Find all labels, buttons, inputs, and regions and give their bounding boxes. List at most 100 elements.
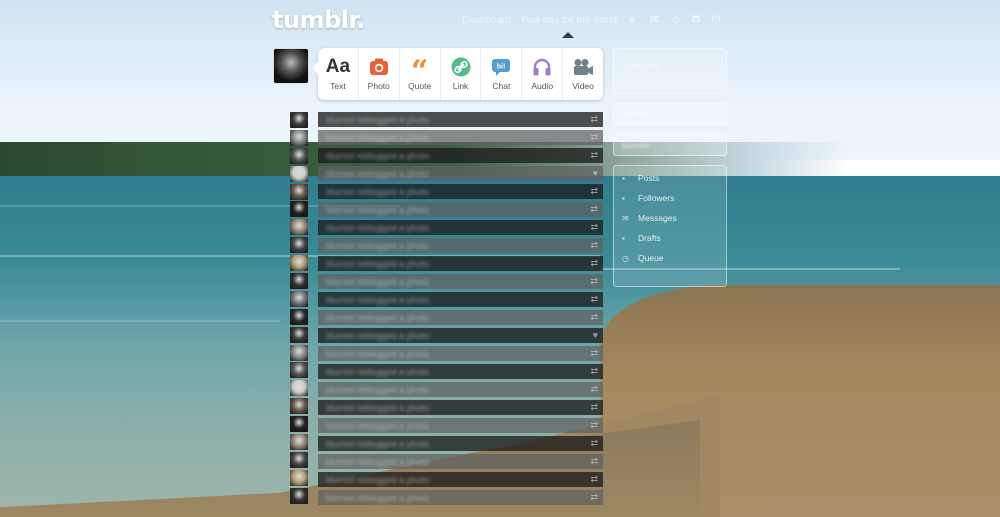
feed-avatar[interactable] [290, 469, 308, 486]
heart-icon[interactable]: ♥ [593, 330, 598, 340]
sidebar-item-messages[interactable]: ✉ Messages [614, 208, 726, 228]
feed-row[interactable]: blurred reblogged a photo ⇄ [318, 310, 603, 325]
reblog-icon[interactable]: ⇄ [590, 258, 598, 269]
sidebar-item-drafts[interactable]: ▪ Drafts [614, 228, 726, 248]
feed-row-text: blurred reblogged a photo [326, 331, 430, 341]
post-quote-button[interactable]: “ Quote [400, 48, 441, 100]
blog-card[interactable]: blurred blurred [613, 48, 727, 94]
reblog-icon[interactable]: ⇄ [590, 276, 598, 287]
feed-avatar[interactable] [290, 165, 308, 182]
feed-avatar[interactable] [290, 147, 308, 164]
feed-avatar[interactable] [290, 487, 308, 504]
feed-row[interactable]: blurred reblogged a photo ♥ [318, 166, 603, 181]
feed-row-text: blurred reblogged a photo [326, 385, 430, 395]
sidebar-item-queue[interactable]: ◷ Queue [614, 248, 726, 268]
sidebar-box-3[interactable]: blurred [613, 134, 727, 156]
post-video-button[interactable]: Video [563, 48, 603, 100]
feed-avatar[interactable] [290, 290, 308, 307]
feed-avatar[interactable] [290, 255, 308, 272]
feed-avatar[interactable] [290, 344, 308, 361]
feed-row[interactable]: blurred reblogged a photo ⇄ [318, 220, 603, 235]
home-icon[interactable]: ≡ [626, 14, 638, 26]
feed-row[interactable]: blurred reblogged a photo ⇄ [318, 454, 603, 469]
feed-row-text: blurred reblogged a photo [326, 115, 430, 125]
feed-row[interactable]: blurred reblogged a photo ⇄ [318, 274, 603, 289]
reblog-icon[interactable]: ⇄ [590, 150, 598, 161]
feed-row-text: blurred reblogged a photo [326, 187, 430, 197]
sidebar-item-posts[interactable]: ▪ Posts [614, 168, 726, 188]
reblog-icon[interactable]: ⇄ [590, 366, 598, 377]
feed-row[interactable]: blurred reblogged a photo ⇄ [318, 418, 603, 433]
post-text-button[interactable]: Aa Text [318, 48, 359, 100]
camera-icon [369, 56, 389, 78]
feed-row[interactable]: blurred reblogged a photo ♥ [318, 328, 603, 343]
post-audio-button[interactable]: Audio [522, 48, 564, 100]
reblog-icon[interactable]: ⇄ [590, 114, 598, 125]
feed-row[interactable]: blurred reblogged a photo ⇄ [318, 256, 603, 271]
feed-avatar[interactable] [290, 398, 308, 415]
gear-icon[interactable]: ⚙ [690, 14, 702, 26]
reblog-icon[interactable]: ⇄ [590, 420, 598, 431]
feed-row[interactable]: blurred reblogged a photo ⇄ [318, 148, 603, 163]
feed-row[interactable]: blurred reblogged a photo ⇄ [318, 238, 603, 253]
blog-subtitle: blurred [632, 77, 659, 87]
feed-avatar[interactable] [290, 273, 308, 290]
people-icon[interactable]: ☺ [670, 14, 682, 26]
feed-row-text: blurred reblogged a photo [326, 205, 430, 215]
reblog-icon[interactable]: ⇄ [590, 438, 598, 449]
feed-avatar[interactable] [290, 308, 308, 325]
tumblr-logo[interactable]: tumblr. [272, 6, 366, 34]
feed-row[interactable]: blurred reblogged a photo ⇄ [318, 130, 603, 145]
feed-row-text: blurred reblogged a photo [326, 493, 430, 503]
reblog-icon[interactable]: ⇄ [590, 492, 598, 503]
reblog-icon[interactable]: ⇄ [590, 294, 598, 305]
mail-icon[interactable]: ✉ [648, 14, 660, 26]
feed-row[interactable]: blurred reblogged a photo ⇄ [318, 490, 603, 505]
feed-row[interactable]: blurred reblogged a photo ⇄ [318, 346, 603, 361]
feed-avatar[interactable] [290, 380, 308, 397]
reblog-icon[interactable]: ⇄ [590, 402, 598, 413]
feed-row[interactable]: blurred reblogged a photo ⇄ [318, 382, 603, 397]
reblog-icon[interactable]: ⇄ [590, 474, 598, 485]
reblog-icon[interactable]: ⇄ [590, 384, 598, 395]
feed-avatar[interactable] [290, 237, 308, 254]
feed-row[interactable]: blurred reblogged a photo ⇄ [318, 202, 603, 217]
feed-row[interactable]: blurred reblogged a photo ⇄ [318, 292, 603, 307]
reblog-icon[interactable]: ⇄ [590, 312, 598, 323]
feed-row[interactable]: blurred reblogged a photo ⇄ [318, 472, 603, 487]
power-icon[interactable]: ⏻ [710, 14, 722, 26]
feed-avatar[interactable] [290, 112, 308, 128]
feed-row[interactable]: blurred reblogged a photo ⇄ [318, 400, 603, 415]
heart-icon[interactable]: ♥ [593, 168, 598, 178]
post-chat-button[interactable]: hi! Chat [481, 48, 523, 100]
sidebar-item-followers[interactable]: ▪ Followers [614, 188, 726, 208]
feed-avatar[interactable] [290, 416, 308, 433]
reblog-icon[interactable]: ⇄ [590, 204, 598, 215]
sidebar-box-2[interactable]: blurred [613, 103, 727, 125]
feed-avatar[interactable] [290, 201, 308, 218]
headphones-icon [532, 56, 552, 78]
feed-avatar[interactable] [290, 183, 308, 200]
reblog-icon[interactable]: ⇄ [590, 132, 598, 143]
reblog-icon[interactable]: ⇄ [590, 186, 598, 197]
reblog-icon[interactable]: ⇄ [590, 456, 598, 467]
feed-row[interactable]: blurred reblogged a photo ⇄ [318, 364, 603, 379]
reblog-icon[interactable]: ⇄ [590, 240, 598, 251]
feed-avatar[interactable] [290, 326, 308, 343]
feed-avatar[interactable] [290, 362, 308, 379]
feed-avatar[interactable] [290, 434, 308, 451]
feed-row[interactable]: blurred reblogged a photo ⇄ [318, 184, 603, 199]
nav-dashboard-link[interactable]: Dashboard [462, 15, 511, 26]
quote-icon: “ [411, 54, 429, 89]
post-link-button[interactable]: Link [441, 48, 482, 100]
feed-avatar[interactable] [290, 129, 308, 146]
feed-row[interactable]: blurred reblogged a photo ⇄ [318, 112, 603, 127]
reblog-icon[interactable]: ⇄ [590, 222, 598, 233]
feed-avatar[interactable] [290, 219, 308, 236]
reblog-icon[interactable]: ⇄ [590, 348, 598, 359]
nav-blog-link[interactable]: Your day for the world [520, 15, 617, 26]
user-avatar[interactable] [273, 48, 309, 84]
feed-avatar[interactable] [290, 451, 308, 468]
feed-row[interactable]: blurred reblogged a photo ⇄ [318, 436, 603, 451]
post-photo-button[interactable]: Photo [359, 48, 400, 100]
